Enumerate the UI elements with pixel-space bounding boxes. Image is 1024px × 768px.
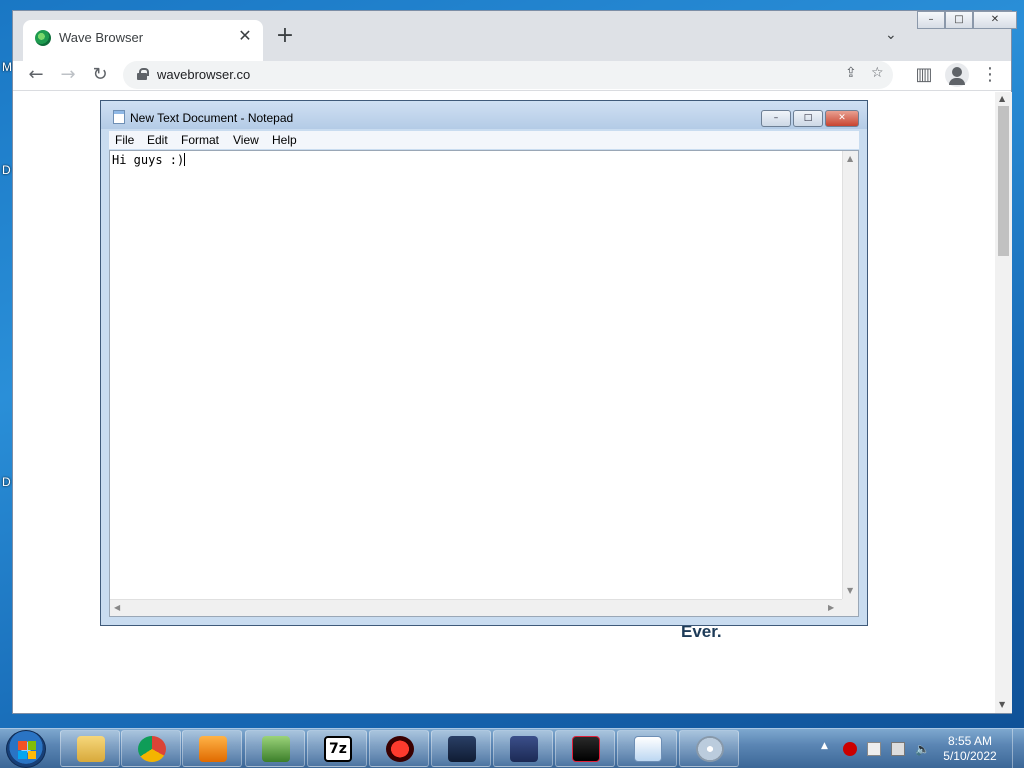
notepad-title: New Text Document - Notepad <box>130 111 294 125</box>
scroll-left-icon[interactable]: ◀ <box>114 603 120 612</box>
close-window-button[interactable]: ✕ <box>973 11 1017 29</box>
start-button[interactable] <box>6 730 46 768</box>
share-icon[interactable]: ⇪ <box>845 65 857 81</box>
notepad-window: New Text Document - Notepad – □ ✕ File E… <box>100 100 868 626</box>
show-desktop-button[interactable] <box>1012 729 1024 768</box>
taskbar-vpn[interactable] <box>431 730 491 767</box>
vpn-shield-icon <box>448 736 476 762</box>
taskbar-notepad[interactable] <box>617 730 677 767</box>
notepad-minimize-button[interactable]: – <box>761 110 791 127</box>
lock-icon[interactable] <box>137 68 149 80</box>
recovery-tool-icon <box>386 736 414 762</box>
bookmark-star-icon[interactable]: ☆ <box>871 65 884 81</box>
scroll-down-icon[interactable]: ▼ <box>847 586 853 595</box>
page-text-fragment <box>303 709 703 713</box>
photo-viewer-icon <box>510 736 538 762</box>
taskbar-photo-viewer[interactable] <box>493 730 553 767</box>
taskbar-media-player[interactable] <box>182 730 242 767</box>
wave-favicon-icon <box>35 30 51 46</box>
forward-arrow-icon[interactable]: → <box>57 64 79 86</box>
desktop-icon-label: D <box>2 475 11 489</box>
new-tab-button[interactable]: + <box>273 25 297 49</box>
back-arrow-icon[interactable]: ← <box>25 64 47 86</box>
menu-help[interactable]: Help <box>272 133 297 147</box>
action-center-icon[interactable] <box>867 742 881 756</box>
side-panel-icon[interactable]: ▥ <box>913 64 935 86</box>
taskbar-7zip[interactable]: 7z <box>307 730 367 767</box>
notepad-maximize-button[interactable]: □ <box>793 110 823 127</box>
window-controls: – □ ✕ <box>917 11 1017 29</box>
7zip-icon: 7z <box>324 736 352 762</box>
notepad-menubar: File Edit Format View Help <box>109 131 859 149</box>
security-tray-icon[interactable] <box>843 742 857 756</box>
resize-grip-icon[interactable] <box>842 599 858 616</box>
maximize-button[interactable]: □ <box>945 11 973 29</box>
tray-expand-icon[interactable]: ▲ <box>821 741 828 751</box>
notepad-content[interactable]: Hi guys :) <box>112 153 186 167</box>
menu-view[interactable]: View <box>233 133 259 147</box>
tab-title: Wave Browser <box>59 30 144 45</box>
scroll-up-icon[interactable]: ▲ <box>999 94 1005 103</box>
folder-icon <box>77 736 105 762</box>
clock-date: 5/10/2022 <box>943 749 997 763</box>
media-player-icon <box>199 736 227 762</box>
taskbar-screen-recorder[interactable] <box>555 730 615 767</box>
notepad-content-text: Hi guys :) <box>112 153 185 167</box>
taskbar-recovery-tool[interactable] <box>369 730 429 767</box>
taskbar: 7z ▲ 🔈 8:55 AM 5/10/2022 <box>0 728 1024 768</box>
notepad-vertical-scrollbar[interactable]: ▲ ▼ <box>842 151 858 599</box>
minimize-button[interactable]: – <box>917 11 945 29</box>
notepad-close-button[interactable]: ✕ <box>825 110 859 127</box>
tab-wave-browser[interactable]: Wave Browser ✕ <box>23 20 263 61</box>
taskbar-clock[interactable]: 8:55 AM 5/10/2022 <box>930 734 1010 764</box>
scroll-thumb[interactable] <box>998 106 1009 256</box>
screen-recorder-icon <box>572 736 600 762</box>
scroll-down-icon[interactable]: ▼ <box>999 700 1005 709</box>
notepad-horizontal-scrollbar[interactable]: ◀ ▶ <box>110 599 843 616</box>
profile-avatar-icon[interactable] <box>945 63 969 87</box>
clock-time: 8:55 AM <box>947 734 993 748</box>
windows-logo-icon <box>18 741 36 759</box>
taskbar-explorer[interactable] <box>60 730 120 767</box>
tab-search-icon[interactable]: ⌄ <box>885 27 897 43</box>
desktop-icon-label: D <box>2 163 11 177</box>
notepad-window-controls: – □ ✕ <box>761 110 859 127</box>
scroll-up-icon[interactable]: ▲ <box>847 154 853 163</box>
notepad-icon <box>634 736 662 762</box>
page-scrollbar[interactable]: ▲ ▼ <box>995 92 1012 713</box>
menu-kebab-icon[interactable]: ⋮ <box>979 64 1001 86</box>
notepad-text-area[interactable]: Hi guys :) ▲ ▼ ◀ ▶ <box>109 150 859 617</box>
reload-icon[interactable]: ↻ <box>89 64 111 86</box>
taskbar-disc-burner[interactable] <box>679 730 739 767</box>
volume-icon[interactable]: 🔈 <box>915 742 930 756</box>
menu-format[interactable]: Format <box>181 133 219 147</box>
menu-file[interactable]: File <box>115 133 134 147</box>
chrome-icon <box>138 736 166 762</box>
notepad-titlebar[interactable]: New Text Document - Notepad – □ ✕ <box>101 101 867 129</box>
scroll-right-icon[interactable]: ▶ <box>828 603 834 612</box>
url-text[interactable]: wavebrowser.co <box>157 67 250 82</box>
address-bar[interactable]: wavebrowser.co ⇪ ☆ <box>123 61 893 89</box>
browser-toolbar: ← → ↻ wavebrowser.co ⇪ ☆ ▥ ⋮ <box>13 61 1011 91</box>
network-icon[interactable] <box>891 742 905 756</box>
taskbar-chrome[interactable] <box>121 730 181 767</box>
desktop-icon-label: M <box>2 60 12 74</box>
task-manager-icon <box>262 736 290 762</box>
tab-strip: Wave Browser ✕ + ⌄ – □ ✕ <box>13 11 1017 61</box>
close-tab-icon[interactable]: ✕ <box>235 26 255 46</box>
taskbar-task-manager[interactable] <box>245 730 305 767</box>
menu-edit[interactable]: Edit <box>147 133 168 147</box>
text-caret <box>184 153 186 166</box>
disc-icon <box>696 736 724 762</box>
notepad-icon <box>113 110 125 124</box>
